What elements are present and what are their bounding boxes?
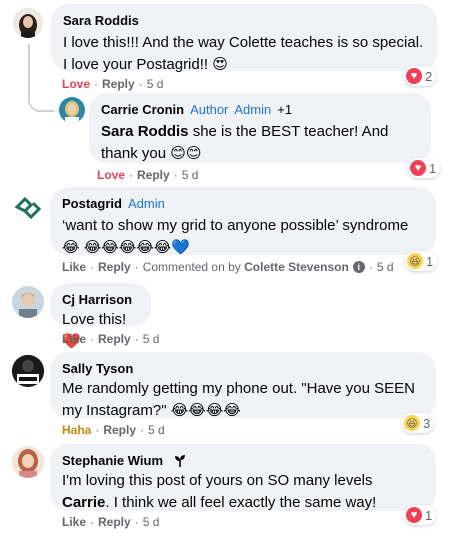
love-reaction-button[interactable]: Love xyxy=(97,168,125,182)
comment-bubble-carrie: Carrie Cronin Author Admin +1 Sara Roddi… xyxy=(89,93,431,163)
mention-link[interactable]: Sara Roddis xyxy=(101,123,189,140)
like-button[interactable]: Like xyxy=(62,515,86,529)
author-name[interactable]: Sally Tyson xyxy=(62,360,133,378)
profile-photo-icon xyxy=(59,97,85,123)
comment-actions: Like · Reply · 5 d xyxy=(62,332,160,346)
heart-icon: ♥ xyxy=(406,68,422,84)
comment-actions: Love · Reply · 5 d xyxy=(62,77,164,91)
comment-text: I love this!!! And the way Colette teach… xyxy=(63,34,424,73)
postagrid-logo-icon xyxy=(14,196,42,220)
sprout-icon xyxy=(173,454,187,468)
comment-bubble-postagrid: Postagrid Admin ‘want to show my grid to… xyxy=(50,187,436,256)
reaction-count[interactable]: 😆 3 xyxy=(402,413,435,433)
avatar-sally-tyson[interactable] xyxy=(12,355,44,387)
profile-photo-icon xyxy=(12,286,44,318)
heart-icon: ♥ xyxy=(406,507,422,523)
author-name[interactable]: Sara Roddis xyxy=(63,12,139,30)
timestamp[interactable]: 5 d xyxy=(377,260,394,274)
author-name[interactable]: Stephanie Wium xyxy=(62,452,163,470)
comment-text: Sara Roddis she is the BEST teacher! And… xyxy=(101,123,389,162)
avatar-postagrid[interactable] xyxy=(12,191,44,223)
reaction-count[interactable]: ♥ 1 xyxy=(408,158,441,178)
haha-reaction-button[interactable]: Haha xyxy=(62,423,91,437)
author-name[interactable]: Postagrid xyxy=(62,195,122,213)
heart-icon: ♥ xyxy=(410,160,426,176)
timestamp[interactable]: 5 d xyxy=(148,423,165,437)
avatar-cj-harrison[interactable] xyxy=(12,286,44,318)
comment-actions: Love · Reply · 5 d xyxy=(97,168,199,182)
comment-text: Love this!❤️ xyxy=(62,311,127,350)
thread-connector xyxy=(28,44,54,112)
comment-text: ‘want to show my grid to anyone possible… xyxy=(62,217,409,256)
comment-bubble-sally: Sally Tyson Me randomly getting my phone… xyxy=(50,352,436,419)
timestamp[interactable]: 5 d xyxy=(147,77,164,91)
avatar-carrie-cronin[interactable] xyxy=(59,97,85,123)
like-button[interactable]: Like xyxy=(62,260,86,274)
extra-badge-count[interactable]: +1 xyxy=(277,101,292,119)
admin-badge: Admin xyxy=(234,102,272,117)
like-button[interactable]: Like xyxy=(62,332,86,346)
timestamp[interactable]: 5 d xyxy=(143,332,160,346)
author-name[interactable]: Carrie Cronin xyxy=(101,101,184,119)
avatar-stephanie-wium[interactable] xyxy=(12,446,44,478)
profile-photo-icon xyxy=(12,446,44,478)
avatar-sara-roddis[interactable] xyxy=(13,8,43,38)
author-badge: Author xyxy=(190,102,229,117)
reaction-count[interactable]: ♥ 2 xyxy=(404,66,437,86)
info-icon[interactable]: i xyxy=(352,261,365,273)
comment-bubble-sara: Sara Roddis I love this!!! And the way C… xyxy=(51,4,437,73)
haha-icon: 😆 xyxy=(404,415,420,431)
reply-button[interactable]: Reply xyxy=(103,423,136,437)
reply-button[interactable]: Reply xyxy=(98,515,131,529)
comment-bubble-cj: Cj Harrison Love this!❤️ xyxy=(50,283,151,350)
reply-button[interactable]: Reply xyxy=(102,77,135,91)
comment-actions: Like · Reply · 5 d xyxy=(62,515,160,529)
reaction-count[interactable]: 😆 1 xyxy=(405,251,438,271)
timestamp[interactable]: 5 d xyxy=(182,168,199,182)
profile-photo-icon xyxy=(12,355,44,387)
reply-button[interactable]: Reply xyxy=(98,332,131,346)
commenter-link[interactable]: Colette Stevenson xyxy=(244,260,349,274)
comment-actions: Haha · Reply · 5 d xyxy=(62,423,165,437)
mention-link[interactable]: Carrie xyxy=(62,494,105,511)
comment-text: Me randomly getting my phone out. "Have … xyxy=(62,380,416,419)
comment-actions: Like · Reply · Commented on by Colette S… xyxy=(62,260,394,274)
haha-icon: 😆 xyxy=(407,253,423,269)
commented-on-note: Commented on by Colette Stevenson xyxy=(142,260,349,274)
love-reaction-button[interactable]: Love xyxy=(62,77,90,91)
author-name[interactable]: Cj Harrison xyxy=(62,291,132,309)
comment-bubble-stephanie: Stephanie Wium I'm loving this post of y… xyxy=(50,444,436,511)
comment-text: I'm loving this post of yours on SO many… xyxy=(62,472,377,511)
timestamp[interactable]: 5 d xyxy=(143,515,160,529)
reply-button[interactable]: Reply xyxy=(98,260,131,274)
profile-photo-icon xyxy=(13,8,43,38)
reaction-count[interactable]: ♥ 1 xyxy=(404,505,437,525)
reply-button[interactable]: Reply xyxy=(137,168,170,182)
admin-badge: Admin xyxy=(127,196,165,211)
